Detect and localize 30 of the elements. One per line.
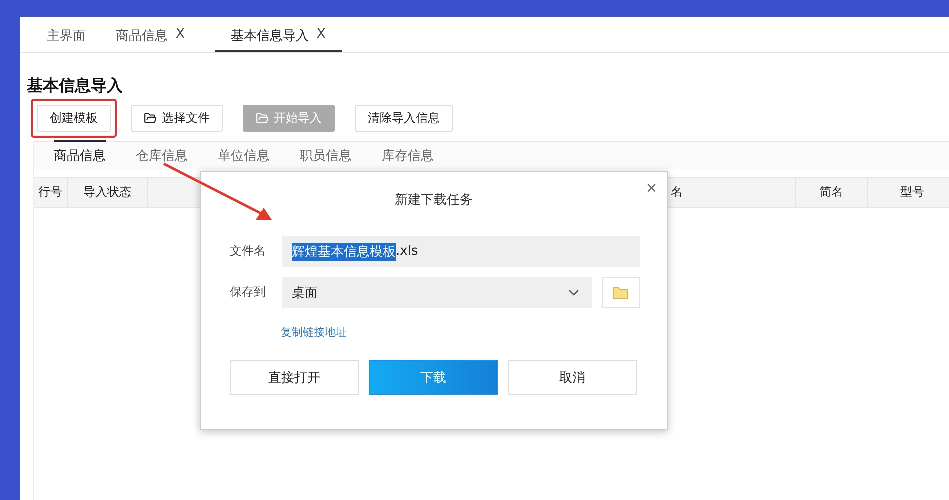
location-dropdown[interactable]: 桌面 bbox=[282, 277, 592, 308]
sub-tab[interactable]: 单位信息 bbox=[218, 142, 270, 169]
toolbar-button[interactable]: 清除导入信息 bbox=[355, 105, 453, 132]
column-header: 简名 bbox=[796, 178, 868, 207]
folder-icon bbox=[613, 286, 629, 300]
page-title: 基本信息导入 bbox=[27, 76, 124, 97]
copy-link[interactable]: 复制链接地址 bbox=[281, 325, 667, 340]
toolbar-button[interactable]: 选择文件 bbox=[131, 105, 223, 132]
column-header: 型号 bbox=[868, 178, 949, 207]
tab[interactable]: 主界面 bbox=[47, 27, 86, 52]
filename-field[interactable]: 辉煌基本信息模板.xls bbox=[282, 236, 640, 267]
tab[interactable]: 商品信息 X bbox=[116, 27, 185, 52]
sub-tab[interactable]: 商品信息 bbox=[54, 142, 106, 169]
tab[interactable]: 基本信息导入 X bbox=[214, 27, 342, 52]
column-header: 导入状态 bbox=[68, 178, 148, 207]
dialog-button[interactable]: 取消 bbox=[508, 360, 637, 395]
sub-tab[interactable]: 库存信息 bbox=[382, 142, 434, 169]
dialog-button[interactable]: 直接打开 bbox=[230, 360, 359, 395]
toolbar-button[interactable]: 创建模板 bbox=[37, 105, 111, 132]
sub-tab[interactable]: 职员信息 bbox=[300, 142, 352, 169]
field-label: 文件名 bbox=[230, 243, 267, 260]
folder-icon bbox=[256, 112, 269, 125]
dialog-title: 新建下载任务 bbox=[394, 192, 474, 209]
column-header: 行号 bbox=[34, 178, 68, 207]
folder-icon bbox=[144, 112, 157, 125]
close-icon[interactable]: X bbox=[316, 27, 326, 45]
close-icon[interactable]: X bbox=[176, 27, 185, 45]
field-label: 保存到 bbox=[230, 284, 267, 301]
sub-tab[interactable]: 仓库信息 bbox=[136, 142, 188, 169]
browse-button[interactable] bbox=[602, 277, 640, 308]
